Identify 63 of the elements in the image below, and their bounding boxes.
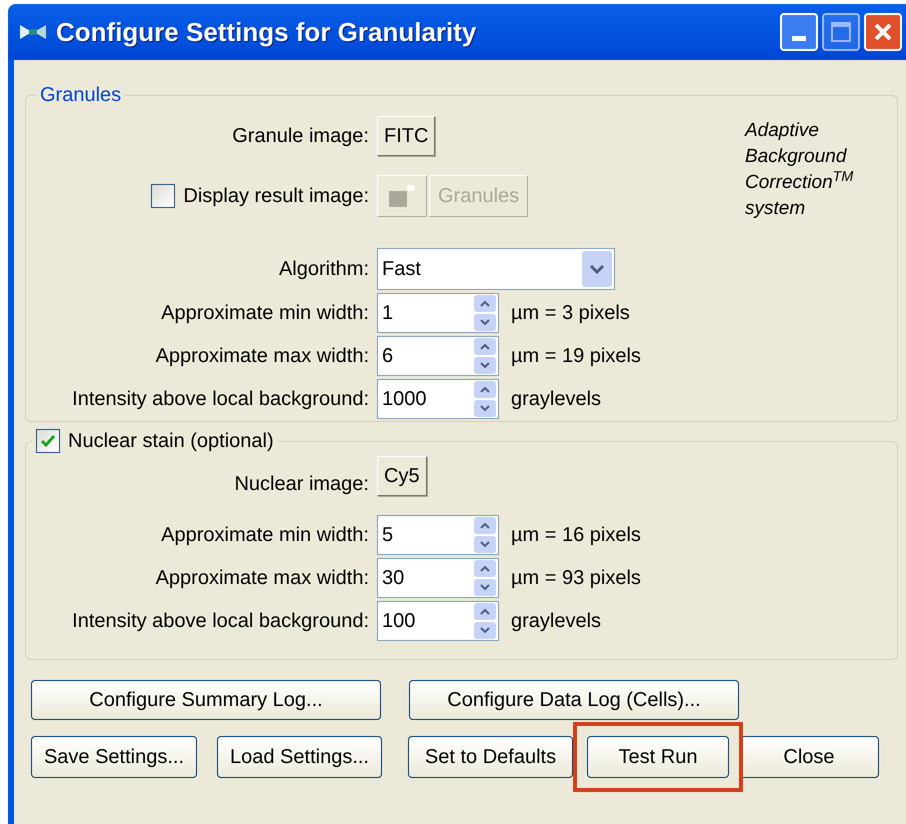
down-chevron-icon — [480, 362, 490, 369]
spin-buttons[interactable] — [474, 381, 496, 417]
unit-label: µm = 93 pixels — [511, 566, 641, 591]
window-title: Configure Settings for Granularity — [56, 16, 476, 48]
spin-field[interactable]: 5 — [377, 515, 499, 555]
close-icon — [873, 22, 893, 42]
field-label: Approximate min width: — [160, 301, 369, 326]
adaptive-correction-note: Adaptive Background Correction$^{TM}$ system — [745, 119, 854, 221]
down-chevron-icon — [480, 541, 490, 548]
dialog-button[interactable]: Test Run — [587, 736, 729, 778]
up-chevron-icon — [480, 343, 490, 350]
image-channel-button[interactable]: FITC — [377, 116, 436, 156]
spin-buttons[interactable] — [474, 295, 496, 331]
spin-buttons[interactable] — [474, 517, 496, 553]
down-chevron-icon — [480, 584, 490, 591]
image-channel-button[interactable]: Cy5 — [377, 456, 427, 496]
up-chevron-icon — [480, 300, 490, 307]
configure-log-button[interactable]: Configure Data Log (Cells)... — [409, 680, 739, 720]
unit-label: µm = 3 pixels — [511, 301, 630, 326]
group-title: Granules — [39, 83, 122, 108]
field-label: Granule image: — [231, 124, 369, 148]
field-label: Approximate max width: — [154, 344, 369, 369]
spin-field[interactable]: 1 — [377, 293, 499, 333]
field-label: Intensity above local background: — [71, 609, 369, 634]
field-label: Algorithm: — [278, 257, 369, 282]
close-button[interactable] — [864, 13, 902, 51]
spin-field[interactable]: 30 — [377, 558, 499, 598]
unit-label: graylevels — [511, 609, 602, 634]
field-label: Intensity above local background: — [71, 387, 369, 412]
spin-field[interactable]: 6 — [377, 336, 499, 376]
maximize-icon — [831, 22, 851, 42]
down-chevron-icon — [480, 627, 490, 634]
configure-log-button[interactable]: Configure Summary Log... — [31, 680, 381, 720]
unit-label: graylevels — [511, 387, 602, 412]
dialog-button[interactable]: Save Settings... — [31, 736, 197, 778]
group-title: Nuclear stain (optional) — [68, 429, 274, 454]
field-label: Approximate min width: — [160, 523, 369, 548]
minimize-button[interactable] — [780, 13, 818, 51]
spin-field[interactable]: 100 — [377, 601, 499, 641]
up-chevron-icon — [480, 522, 490, 529]
spin-buttons[interactable] — [474, 603, 496, 639]
up-chevron-icon — [480, 386, 490, 393]
dialog-button[interactable]: Load Settings... — [217, 736, 382, 778]
dialog-button[interactable]: Set to Defaults — [408, 736, 573, 778]
spin-field[interactable]: 1000 — [377, 379, 499, 419]
image-flash-icon — [387, 182, 417, 208]
up-chevron-icon — [480, 565, 490, 572]
unit-label: µm = 16 pixels — [511, 523, 641, 548]
algorithm-dropdown[interactable]: Fast — [377, 248, 615, 290]
unit-label: µm = 19 pixels — [511, 344, 641, 369]
field-label: Approximate max width: — [154, 566, 369, 591]
dropdown-chevron-icon — [590, 264, 604, 274]
spin-buttons[interactable] — [474, 338, 496, 374]
minimize-icon — [792, 36, 806, 41]
field-label: Nuclear image: — [233, 472, 369, 497]
spin-buttons[interactable] — [474, 560, 496, 596]
up-chevron-icon — [480, 608, 490, 615]
down-chevron-icon — [480, 405, 490, 412]
maximize-button[interactable] — [822, 13, 860, 51]
checkbox[interactable] — [36, 429, 60, 453]
down-chevron-icon — [480, 319, 490, 326]
checkbox-label: Display result image: — [183, 184, 369, 208]
check-icon — [40, 433, 56, 449]
